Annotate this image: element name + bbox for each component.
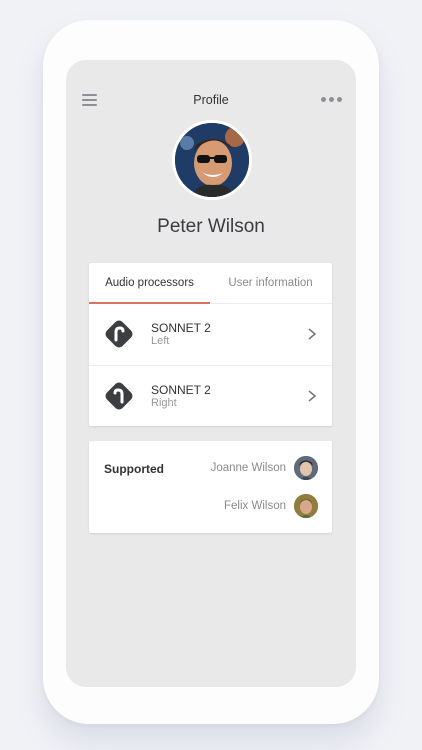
- tab-user-information[interactable]: User information: [210, 263, 331, 303]
- supported-person-name[interactable]: Felix Wilson: [224, 500, 286, 512]
- processor-side: Right: [151, 397, 177, 409]
- chevron-right-icon: [308, 390, 317, 402]
- processor-side: Left: [151, 335, 170, 347]
- supported-person-name[interactable]: Joanne Wilson: [211, 462, 286, 474]
- more-options-icon[interactable]: [321, 97, 342, 102]
- processor-left-icon: [105, 320, 133, 348]
- chevron-right-icon: [308, 328, 317, 340]
- profile-name: Peter Wilson: [157, 216, 265, 237]
- supported-person-avatar[interactable]: [294, 456, 318, 480]
- app-screen: Profile Peter Wilson Audio processors Us…: [66, 60, 356, 687]
- supported-card: Supported Joanne Wilson Felix Wilson: [89, 441, 332, 533]
- processor-row-left[interactable]: SONNET 2 Left: [89, 304, 332, 366]
- tab-bar: Audio processors User information: [89, 263, 332, 304]
- supported-person-avatar[interactable]: [294, 494, 318, 518]
- supported-label: Supported: [104, 462, 164, 476]
- profile-avatar: [172, 120, 252, 200]
- tab-audio-processors[interactable]: Audio processors: [89, 263, 210, 303]
- audio-processors-card: Audio processors User information SONNET…: [89, 263, 332, 426]
- processor-right-icon: [105, 382, 133, 410]
- page-title: Profile: [193, 93, 229, 107]
- processor-name: SONNET 2: [151, 383, 211, 397]
- processor-row-right[interactable]: SONNET 2 Right: [89, 366, 332, 427]
- processor-name: SONNET 2: [151, 321, 211, 335]
